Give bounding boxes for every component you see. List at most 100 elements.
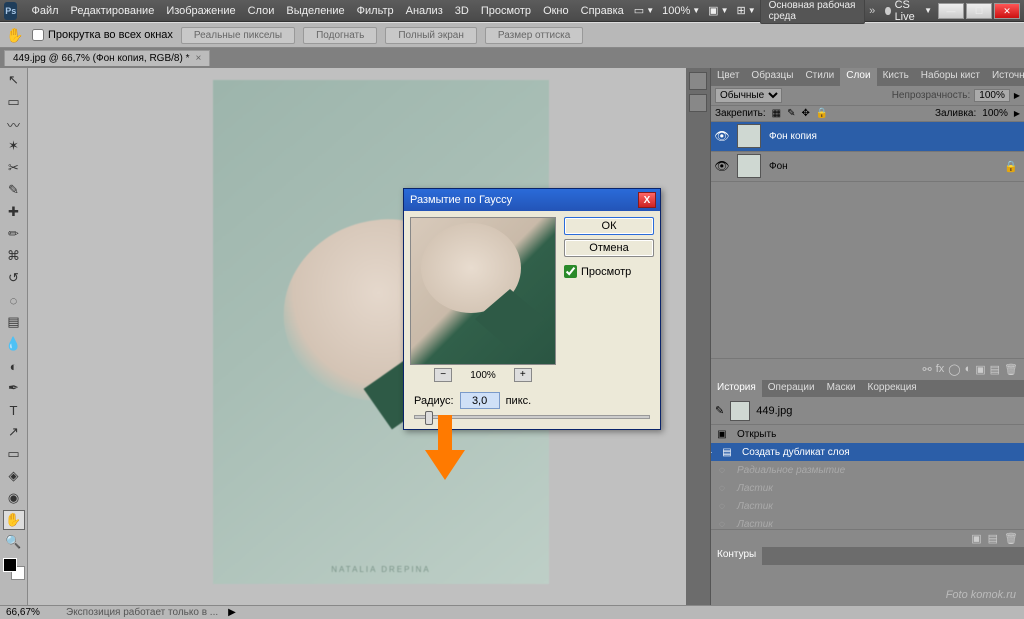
menu-analysis[interactable]: Анализ: [400, 5, 449, 17]
tab-masks[interactable]: Маски: [821, 380, 862, 398]
menu-help[interactable]: Справка: [575, 5, 630, 17]
healing-brush-tool-icon[interactable]: ✚: [3, 202, 25, 222]
workspace-selector[interactable]: Основная рабочая среда: [760, 0, 866, 24]
actual-pixels-button[interactable]: Реальные пикселы: [181, 27, 295, 44]
eraser-tool-icon[interactable]: ◌: [3, 290, 25, 310]
history-step[interactable]: ◌Ластик: [711, 497, 1024, 515]
fit-screen-button[interactable]: Подогнать: [303, 27, 377, 44]
fill-arrow-icon[interactable]: ▶: [1014, 109, 1020, 118]
gradient-tool-icon[interactable]: ▤: [3, 312, 25, 332]
delete-layer-icon[interactable]: 🗑: [1004, 363, 1018, 376]
arrange-documents-icon[interactable]: ▭▼: [630, 4, 658, 17]
layer-style-icon[interactable]: fx: [936, 363, 945, 375]
new-group-icon[interactable]: ▣: [975, 363, 985, 376]
history-step[interactable]: ▣Открыть: [711, 425, 1024, 443]
tab-styles[interactable]: Стили: [799, 68, 840, 86]
lasso-tool-icon[interactable]: 〰: [3, 114, 25, 134]
opacity-value[interactable]: 100%: [974, 89, 1010, 102]
tab-history[interactable]: История: [711, 380, 762, 398]
status-info[interactable]: Экспозиция работает только в ...: [66, 607, 218, 618]
lock-position-icon[interactable]: ✥: [802, 108, 810, 119]
lock-pixels-icon[interactable]: ✎: [787, 108, 795, 119]
document-tab[interactable]: 449.jpg @ 66,7% (Фон копия, RGB/8) * ×: [4, 50, 210, 66]
dialog-titlebar[interactable]: Размытие по Гауссу X: [404, 189, 660, 211]
window-maximize-button[interactable]: ☐: [966, 3, 992, 19]
history-step[interactable]: ◌Ластик: [711, 479, 1024, 497]
screen-mode-icon[interactable]: ▣▼: [704, 4, 732, 17]
quick-select-tool-icon[interactable]: ✶: [3, 136, 25, 156]
layer-thumbnail[interactable]: [737, 154, 761, 178]
zoom-out-button[interactable]: −: [434, 368, 452, 382]
status-arrow-icon[interactable]: ▶: [228, 607, 236, 618]
close-tab-icon[interactable]: ×: [195, 53, 201, 64]
workspace-more-icon[interactable]: »: [865, 5, 879, 17]
extras-icon[interactable]: ⊞▼: [733, 4, 760, 17]
layer-name[interactable]: Фон копия: [765, 131, 1024, 142]
marquee-tool-icon[interactable]: ▭: [3, 92, 25, 112]
zoom-in-button[interactable]: +: [514, 368, 532, 382]
clone-stamp-tool-icon[interactable]: ⌘: [3, 246, 25, 266]
blend-mode-select[interactable]: Обычные: [715, 88, 782, 103]
dialog-close-button[interactable]: X: [638, 192, 656, 208]
menu-file[interactable]: Файл: [25, 5, 64, 17]
tab-brush-presets[interactable]: Наборы кист: [915, 68, 986, 86]
crop-tool-icon[interactable]: ✂: [3, 158, 25, 178]
tab-swatches[interactable]: Образцы: [745, 68, 799, 86]
opacity-arrow-icon[interactable]: ▶: [1014, 91, 1020, 100]
history-step[interactable]: ◌Радиальное размытие: [711, 461, 1024, 479]
hand-tool-icon[interactable]: ✋: [3, 510, 25, 530]
layer-thumbnail[interactable]: [737, 124, 761, 148]
menu-layers[interactable]: Слои: [242, 5, 281, 17]
status-zoom[interactable]: 66,67%: [6, 607, 56, 618]
history-brush-tool-icon[interactable]: ↺: [3, 268, 25, 288]
visibility-toggle-icon[interactable]: 👁: [711, 159, 733, 173]
menu-filter[interactable]: Фильтр: [351, 5, 400, 17]
tab-layers[interactable]: Слои: [840, 68, 876, 86]
scroll-all-windows-checkbox[interactable]: Прокрутка во всех окнах: [32, 29, 173, 41]
new-snapshot-icon[interactable]: ▤: [988, 532, 998, 545]
tab-paths[interactable]: Контуры: [711, 547, 762, 565]
tab-adjustments[interactable]: Коррекция: [862, 380, 923, 398]
zoom-tool-icon[interactable]: 🔍: [3, 532, 25, 552]
3d-tool-icon[interactable]: ◈: [3, 466, 25, 486]
menu-3d[interactable]: 3D: [449, 5, 475, 17]
dock-icon[interactable]: [689, 72, 707, 90]
history-snapshot-thumbnail[interactable]: [730, 401, 750, 421]
shape-tool-icon[interactable]: ▭: [3, 444, 25, 464]
3d-camera-tool-icon[interactable]: ◉: [3, 488, 25, 508]
visibility-toggle-icon[interactable]: 👁: [711, 129, 733, 143]
dodge-tool-icon[interactable]: ◐: [3, 356, 25, 376]
window-minimize-button[interactable]: —: [938, 3, 964, 19]
preview-checkbox[interactable]: Просмотр: [564, 265, 654, 278]
adjustment-layer-icon[interactable]: ◐: [965, 363, 972, 375]
tab-color[interactable]: Цвет: [711, 68, 745, 86]
delete-state-icon[interactable]: 🗑: [1004, 532, 1018, 545]
dock-icon[interactable]: [689, 94, 707, 112]
path-select-tool-icon[interactable]: ↗: [3, 422, 25, 442]
blur-tool-icon[interactable]: 💧: [3, 334, 25, 354]
history-step[interactable]: ▸▤Создать дубликат слоя: [711, 443, 1024, 461]
history-step[interactable]: ◌Ластик: [711, 515, 1024, 529]
menu-window[interactable]: Окно: [537, 5, 575, 17]
color-swatch[interactable]: [3, 558, 25, 580]
print-size-button[interactable]: Размер оттиска: [485, 27, 583, 44]
layer-name[interactable]: Фон: [765, 161, 998, 172]
new-doc-from-state-icon[interactable]: ▣: [971, 532, 981, 545]
eyedropper-tool-icon[interactable]: ✎: [3, 180, 25, 200]
menu-image[interactable]: Изображение: [160, 5, 241, 17]
menu-select[interactable]: Выделение: [280, 5, 350, 17]
link-layers-icon[interactable]: ⚯: [922, 363, 931, 376]
tab-actions[interactable]: Операции: [762, 380, 821, 398]
menu-view[interactable]: Просмотр: [475, 5, 537, 17]
layer-row[interactable]: 👁 Фон копия: [711, 122, 1024, 152]
brush-tool-icon[interactable]: ✏: [3, 224, 25, 244]
lock-all-icon[interactable]: 🔒: [816, 108, 828, 119]
move-tool-icon[interactable]: ↖: [3, 70, 25, 90]
ok-button[interactable]: ОК: [564, 217, 654, 235]
radius-input[interactable]: [460, 392, 500, 409]
history-source-icon[interactable]: ✎: [715, 404, 724, 417]
zoom-level-dropdown[interactable]: 100%▼: [658, 5, 704, 17]
fill-value[interactable]: 100%: [982, 108, 1008, 119]
lock-transparency-icon[interactable]: ▦: [772, 108, 781, 119]
cancel-button[interactable]: Отмена: [564, 239, 654, 257]
